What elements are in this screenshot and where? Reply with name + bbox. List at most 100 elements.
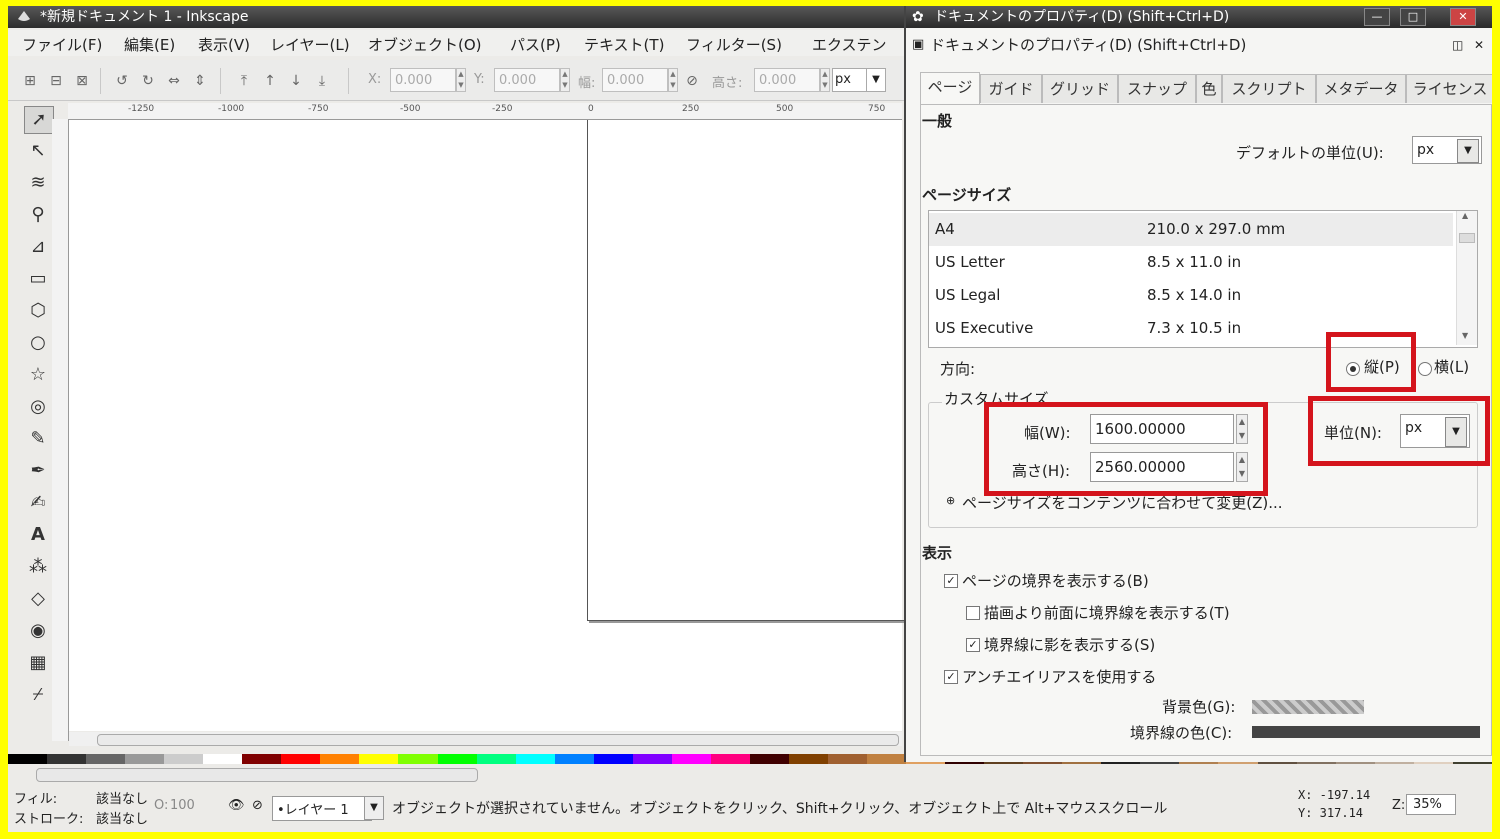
tab-metadata[interactable]: メタデータ — [1316, 74, 1406, 103]
dropper-tool-icon[interactable]: ⌿ — [24, 682, 52, 708]
text-tool-icon[interactable]: A — [24, 522, 52, 548]
show-border-shadow-checkbox[interactable]: ✓ — [966, 638, 980, 652]
rotate-cw-icon[interactable]: ↻ — [138, 71, 158, 91]
stroke-label: ストローク: — [14, 812, 84, 827]
tab-grids[interactable]: グリッド — [1042, 74, 1118, 103]
menu-layer[interactable]: レイヤー(L) — [270, 34, 350, 55]
lock-icon[interactable]: ⊘ — [252, 798, 263, 813]
minimize-button[interactable]: — — [1364, 8, 1390, 26]
unit-select-value: px — [835, 72, 851, 87]
3d-box-tool-icon[interactable]: ⬡ — [24, 298, 52, 324]
expander-icon[interactable]: ⊕ — [946, 494, 955, 507]
node-tool-icon[interactable]: ↖ — [24, 138, 52, 164]
scrollbar-thumb[interactable] — [97, 734, 899, 746]
spiral-tool-icon[interactable]: ◎ — [24, 394, 52, 420]
width-spinner[interactable]: ▲ ▼ — [668, 68, 678, 92]
star-tool-icon[interactable]: ☆ — [24, 362, 52, 388]
x-input[interactable]: 0.000 — [390, 68, 456, 92]
tab-snap[interactable]: スナップ — [1118, 74, 1196, 103]
antialias-label: アンチエイリアスを使用する — [962, 668, 1157, 686]
landscape-radio[interactable] — [1418, 362, 1432, 376]
scrollbar-thumb[interactable] — [1459, 233, 1475, 243]
menu-edit[interactable]: 編集(E) — [124, 34, 175, 55]
dock-icon[interactable]: ◫ — [1452, 32, 1463, 58]
chevron-up-icon[interactable]: ▲ — [1462, 211, 1468, 220]
paint-bucket-tool-icon[interactable]: ◉ — [24, 618, 52, 644]
select-all-icon[interactable]: ⊞ — [20, 71, 40, 91]
eraser-tool-icon[interactable]: ◇ — [24, 586, 52, 612]
rectangle-tool-icon[interactable]: ▭ — [24, 266, 52, 292]
menu-text[interactable]: テキスト(T) — [584, 34, 664, 55]
page-size-name: US Executive — [935, 319, 1034, 337]
height-spinner[interactable]: ▲ ▼ — [820, 68, 830, 92]
height-input[interactable]: 0.000 — [754, 68, 820, 92]
flip-vertical-icon[interactable]: ⇕ — [190, 71, 210, 91]
lock-icon[interactable]: ⊘ — [682, 71, 702, 91]
dialog-titlebar: ✿ ドキュメントのプロパティ(D) (Shift+Ctrl+D) — □ ✕ — [906, 6, 1492, 28]
layer-select[interactable]: •レイヤー 1 — [272, 796, 372, 821]
border-color-swatch[interactable] — [1252, 726, 1480, 738]
tab-license[interactable]: ライセンス — [1406, 74, 1492, 103]
chevron-down-icon[interactable]: ▼ — [364, 796, 384, 820]
palette-scrollbar[interactable] — [36, 768, 478, 782]
section-display: 表示 — [922, 544, 953, 562]
tweak-tool-icon[interactable]: ≋ — [24, 170, 52, 196]
tab-guides[interactable]: ガイド — [980, 74, 1042, 103]
y-spinner[interactable]: ▲ ▼ — [560, 68, 570, 92]
tab-color[interactable]: 色 — [1196, 74, 1222, 103]
x-spinner[interactable]: ▲ ▼ — [456, 68, 466, 92]
zoom-tool-icon[interactable]: ⚲ — [24, 202, 52, 228]
unit-select[interactable]: px ▼ — [832, 68, 886, 92]
calligraphy-tool-icon[interactable]: ✍ — [24, 490, 52, 516]
list-item[interactable]: US Legal 8.5 x 14.0 in — [929, 279, 1453, 312]
list-item[interactable]: A4 210.0 x 297.0 mm — [929, 213, 1453, 246]
maximize-button[interactable]: □ — [1400, 8, 1426, 26]
rotate-ccw-icon[interactable]: ↺ — [112, 71, 132, 91]
x-label: X: — [368, 72, 382, 87]
menu-filter[interactable]: フィルター(S) — [686, 34, 782, 55]
raise-icon[interactable]: ↑ — [260, 71, 280, 91]
menu-extensions[interactable]: エクステン — [812, 34, 887, 55]
eye-icon[interactable]: 👁 — [228, 798, 245, 813]
toolbar-separator — [220, 68, 221, 94]
antialias-checkbox[interactable]: ✓ — [944, 670, 958, 684]
canvas-horizontal-scrollbar[interactable] — [69, 732, 902, 746]
measure-tool-icon[interactable]: ⊿ — [24, 234, 52, 260]
pen-tool-icon[interactable]: ✒ — [24, 458, 52, 484]
close-icon[interactable]: ✕ — [1474, 32, 1484, 58]
highlight-orientation — [1326, 332, 1416, 392]
menu-view[interactable]: 表示(V) — [198, 34, 250, 55]
deselect-icon[interactable]: ⊠ — [72, 71, 92, 91]
ellipse-tool-icon[interactable]: ○ — [24, 330, 52, 356]
border-on-top-checkbox[interactable] — [966, 606, 980, 620]
close-button[interactable]: ✕ — [1450, 8, 1476, 26]
y-input[interactable]: 0.000 — [494, 68, 560, 92]
chevron-down-icon[interactable]: ▼ — [1462, 331, 1468, 340]
opacity-value[interactable]: 100 — [170, 798, 195, 813]
menu-path[interactable]: パス(P) — [510, 34, 561, 55]
ruler-tick-label: 250 — [682, 104, 700, 114]
menu-file[interactable]: ファイル(F) — [22, 34, 102, 55]
raise-to-top-icon[interactable]: ⤒ — [234, 71, 254, 91]
gradient-tool-icon[interactable]: ▦ — [24, 650, 52, 676]
lower-icon[interactable]: ↓ — [286, 71, 306, 91]
default-unit-select[interactable]: px ▼ — [1412, 136, 1482, 164]
pencil-tool-icon[interactable]: ✎ — [24, 426, 52, 452]
menu-object[interactable]: オブジェクト(O) — [368, 34, 482, 55]
drawing-canvas[interactable] — [69, 120, 908, 731]
tab-scripting[interactable]: スクリプト — [1222, 74, 1316, 103]
spray-tool-icon[interactable]: ⁂ — [24, 554, 52, 580]
zoom-input[interactable]: 35% — [1406, 794, 1456, 815]
bg-color-swatch[interactable] — [1252, 700, 1364, 714]
flip-horizontal-icon[interactable]: ⇔ — [164, 71, 184, 91]
list-item[interactable]: US Letter 8.5 x 11.0 in — [929, 246, 1453, 279]
show-page-border-checkbox[interactable]: ✓ — [944, 574, 958, 588]
tool-controls-bar: ⊞ ⊟ ⊠ ↺ ↻ ⇔ ⇕ ⤒ ↑ ↓ ⤓ X: 0.000 ▲ ▼ Y: 0.0… — [8, 60, 908, 101]
select-all-layers-icon[interactable]: ⊟ — [46, 71, 66, 91]
page-size-list-scrollbar[interactable]: ▲ ▼ — [1456, 211, 1477, 345]
tab-page[interactable]: ページ — [920, 72, 980, 104]
lower-to-bottom-icon[interactable]: ⤓ — [312, 71, 332, 91]
width-input[interactable]: 0.000 — [602, 68, 668, 92]
selector-tool-icon[interactable]: ➚ — [24, 106, 54, 134]
main-window-title: *新規ドキュメント 1 - Inkscape — [40, 9, 249, 25]
